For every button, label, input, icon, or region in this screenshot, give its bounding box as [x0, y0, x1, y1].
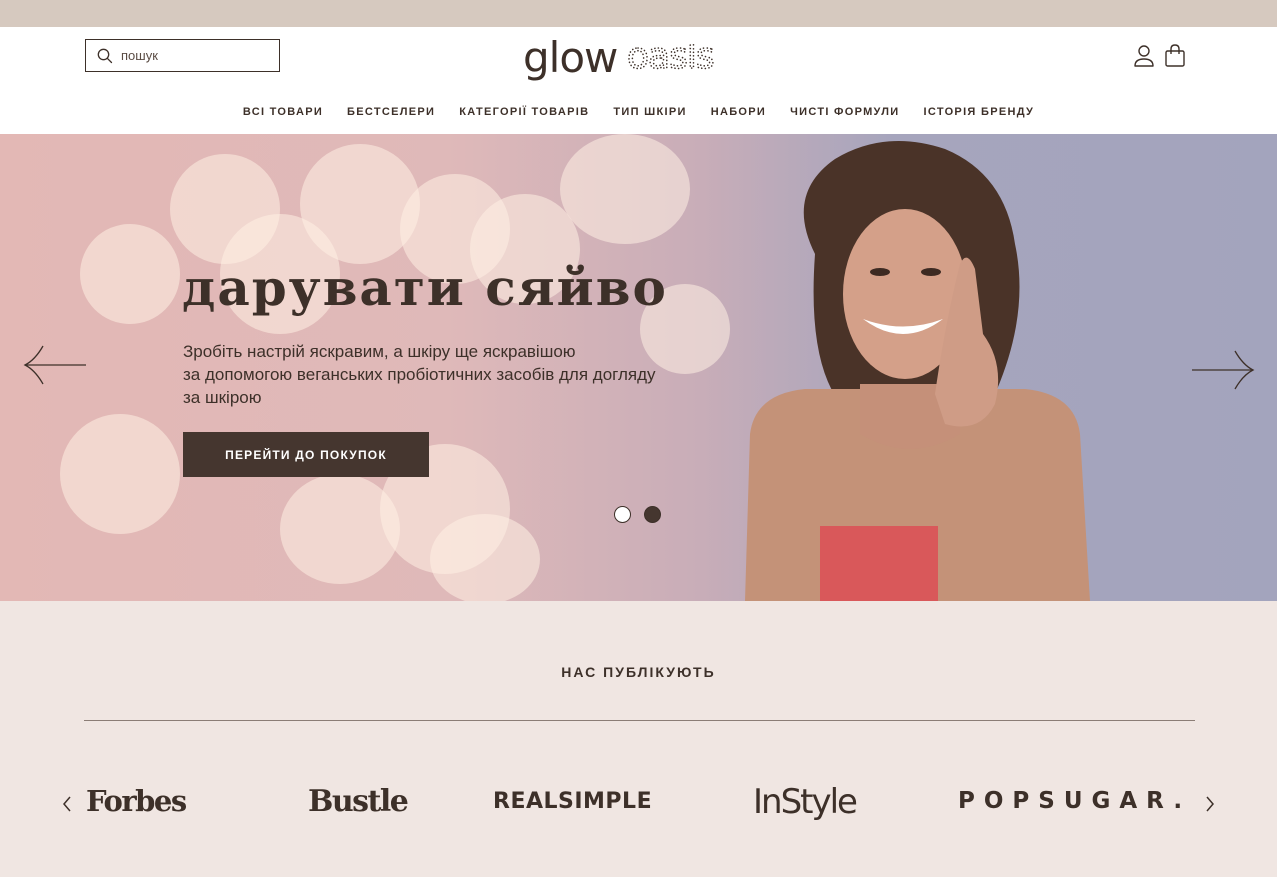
press-logo-forbes: Forbes — [86, 784, 187, 818]
hero-banner: дарувати сяйво Зробіть настрій яскравим,… — [0, 134, 1277, 601]
hero-title: дарувати сяйво — [182, 258, 668, 317]
arrow-right-icon[interactable] — [1190, 349, 1256, 391]
bokeh-light — [60, 414, 180, 534]
divider — [84, 720, 1195, 721]
nav-categories[interactable]: КАТЕГОРІЇ ТОВАРІВ — [459, 103, 589, 121]
search-box[interactable] — [85, 39, 280, 72]
nav-bestsellers[interactable]: БЕСТСЕЛЕРИ — [347, 103, 435, 121]
search-icon — [97, 48, 113, 63]
slide-dot-2[interactable] — [644, 506, 661, 523]
nav-brand-story[interactable]: ІСТОРІЯ БРЕНДУ — [924, 103, 1035, 121]
chevron-left-icon[interactable] — [61, 795, 73, 813]
press-logo-realsimple: REALSIMPLE — [493, 789, 653, 814]
hero-description-line: за шкірою — [183, 388, 262, 407]
nav-skin-type[interactable]: ТИП ШКІРИ — [613, 103, 686, 121]
bokeh-light — [80, 224, 180, 324]
bokeh-light — [430, 514, 540, 601]
search-input[interactable] — [121, 48, 271, 63]
hero-description-line: за допомогою веганських пробіотичних зас… — [183, 365, 656, 384]
press-title: НАС ПУБЛІКУЮТЬ — [561, 664, 716, 680]
model-photo — [745, 141, 1090, 601]
hero-description-line: Зробіть настрій яскравим, а шкіру ще яск… — [183, 342, 576, 361]
press-logo-popsugar: POPSUGAR. — [958, 788, 1192, 814]
press-logo-bustle: Bustle — [308, 784, 409, 819]
logo[interactable]: glow oasis — [523, 33, 753, 83]
slide-dot-1[interactable] — [614, 506, 631, 523]
press-logo-instyle: InStyle — [753, 782, 858, 822]
announcement-bar — [0, 0, 1277, 27]
arrow-left-icon[interactable] — [23, 344, 89, 386]
logo-text-oasis: oasis — [627, 44, 715, 74]
user-icon[interactable] — [1133, 44, 1155, 68]
logo-oasis-glyphs: oasis — [627, 44, 714, 74]
chevron-right-icon[interactable] — [1204, 795, 1216, 813]
nav-clean-formulas[interactable]: ЧИСТІ ФОРМУЛИ — [790, 103, 899, 121]
hero-description: Зробіть настрій яскравим, а шкіру ще яск… — [183, 340, 683, 409]
bokeh-light — [560, 134, 690, 244]
logo-text-glow: glow — [523, 33, 618, 82]
nav-sets[interactable]: НАБОРИ — [711, 103, 766, 121]
nav-all-products[interactable]: ВСІ ТОВАРИ — [243, 103, 323, 121]
shop-now-button[interactable]: ПЕРЕЙТИ ДО ПОКУПОК — [183, 432, 429, 477]
shopping-bag-icon[interactable] — [1163, 43, 1187, 68]
press-section: НАС ПУБЛІКУЮТЬ Forbes Bustle REALSIMPLE … — [0, 601, 1277, 877]
site-header: glow oasis ВСІ ТОВАРИ БЕСТСЕЛЕРИ КАТЕГОР… — [0, 27, 1277, 134]
main-nav: ВСІ ТОВАРИ БЕСТСЕЛЕРИ КАТЕГОРІЇ ТОВАРІВ … — [0, 103, 1277, 121]
